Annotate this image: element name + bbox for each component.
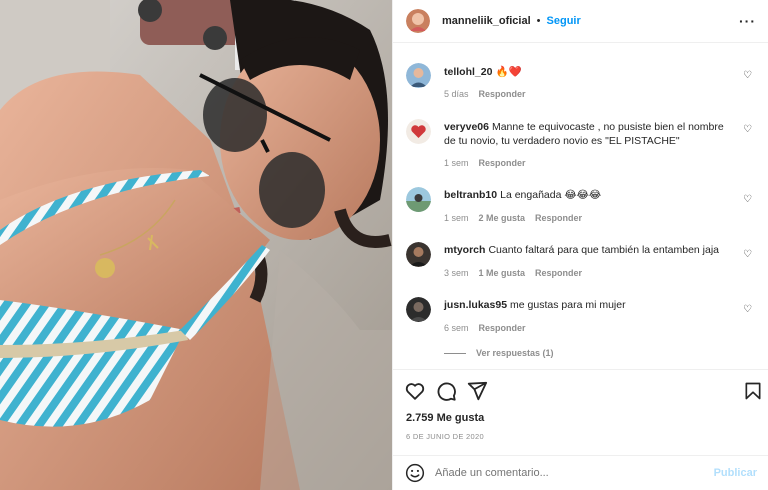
comment-body: tellohl_20 🔥❤️	[444, 65, 734, 79]
comment-text: Cuanto faltará para que también la entam…	[488, 244, 720, 256]
comment-text: 🔥❤️	[495, 66, 522, 78]
view-replies-label: Ver respuestas (1)	[476, 348, 554, 358]
bookmark-icon[interactable]	[743, 380, 763, 402]
comment-username[interactable]: jusn.lukas95	[444, 299, 507, 311]
comment-text: me gustas para mi mujer	[510, 299, 626, 311]
comment-reply-button[interactable]: Responder	[535, 268, 582, 278]
comment-text: La engañada 😂😂😂	[500, 189, 602, 201]
comment-meta: 1 sem Responder	[444, 158, 536, 168]
view-replies-button[interactable]: Ver respuestas (1)	[444, 348, 554, 358]
comment-meta: 6 sem Responder	[444, 323, 536, 333]
comment-username[interactable]: mtyorch	[444, 244, 485, 256]
likes-count[interactable]: 2.759 Me gusta	[406, 412, 484, 424]
comments-list[interactable]: tellohl_20 🔥❤️ 5 días Responder ♡ veryve06…	[393, 44, 768, 369]
instagram-post-view: manneliik_oficial • Seguir ··· tellohl_2…	[0, 0, 768, 490]
more-options-icon[interactable]: ···	[739, 13, 756, 29]
comment-username[interactable]: tellohl_20	[444, 66, 492, 78]
comment-likes[interactable]: 1 Me gusta	[479, 268, 526, 278]
like-comment-heart-icon[interactable]: ♡	[743, 249, 752, 260]
post-details-panel: manneliik_oficial • Seguir ··· tellohl_2…	[392, 0, 768, 490]
heart-icon[interactable]	[404, 380, 426, 402]
publish-button[interactable]: Publicar	[714, 467, 757, 479]
share-icon[interactable]	[466, 380, 488, 402]
post-image	[0, 0, 392, 490]
comment-username[interactable]: beltranb10	[444, 189, 497, 201]
comment-body: jusn.lukas95 me gustas para mi mujer	[444, 298, 734, 312]
add-comment-bar: Publicar	[393, 455, 768, 490]
post-date[interactable]: 6 DE JUNIO DE 2020	[406, 432, 484, 441]
follow-button[interactable]: Seguir	[547, 15, 581, 27]
comment-reply-button[interactable]: Responder	[479, 158, 526, 168]
comment-time[interactable]: 3 sem	[444, 268, 469, 278]
replies-divider	[444, 352, 466, 354]
avatar-image	[406, 9, 430, 33]
avatar-image	[406, 187, 431, 212]
comment-input[interactable]	[435, 467, 714, 479]
comment-likes[interactable]: 2 Me gusta	[479, 213, 526, 223]
comment-icon[interactable]	[435, 380, 457, 402]
avatar-image	[406, 242, 431, 267]
avatar[interactable]	[406, 63, 431, 88]
comment-body: mtyorch Cuanto faltará para que también l…	[444, 243, 734, 257]
like-comment-heart-icon[interactable]: ♡	[743, 304, 752, 315]
comment-time[interactable]: 6 sem	[444, 323, 469, 333]
avatar-image	[406, 297, 431, 322]
avatar[interactable]	[406, 9, 430, 33]
post-actions: 2.759 Me gusta 6 DE JUNIO DE 2020	[393, 369, 768, 464]
comment-username[interactable]: veryve06	[444, 121, 489, 133]
avatar[interactable]	[406, 187, 431, 212]
avatar-image	[406, 119, 431, 144]
comment-time[interactable]: 1 sem	[444, 213, 469, 223]
like-comment-heart-icon[interactable]: ♡	[743, 70, 752, 81]
comment-reply-button[interactable]: Responder	[479, 89, 526, 99]
post-header: manneliik_oficial • Seguir ···	[393, 0, 768, 43]
separator-dot: •	[536, 15, 541, 27]
post-photo[interactable]	[0, 0, 392, 490]
comment-meta: 5 días Responder	[444, 89, 536, 99]
comment-meta: 1 sem 2 Me gusta Responder	[444, 213, 592, 223]
like-comment-heart-icon[interactable]: ♡	[743, 124, 752, 135]
avatar[interactable]	[406, 297, 431, 322]
comment-reply-button[interactable]: Responder	[535, 213, 582, 223]
comment-body: veryve06 Manne te equivocaste , no pusist…	[444, 120, 734, 148]
comment-reply-button[interactable]: Responder	[479, 323, 526, 333]
emoji-icon[interactable]	[405, 463, 425, 483]
avatar-image	[406, 63, 431, 88]
avatar[interactable]	[406, 119, 431, 144]
post-username[interactable]: manneliik_oficial	[442, 15, 531, 27]
avatar[interactable]	[406, 242, 431, 267]
comment-time[interactable]: 1 sem	[444, 158, 469, 168]
comment-time[interactable]: 5 días	[444, 89, 469, 99]
like-comment-heart-icon[interactable]: ♡	[743, 194, 752, 205]
comment-body: beltranb10 La engañada 😂😂😂	[444, 188, 734, 202]
comment-meta: 3 sem 1 Me gusta Responder	[444, 268, 592, 278]
